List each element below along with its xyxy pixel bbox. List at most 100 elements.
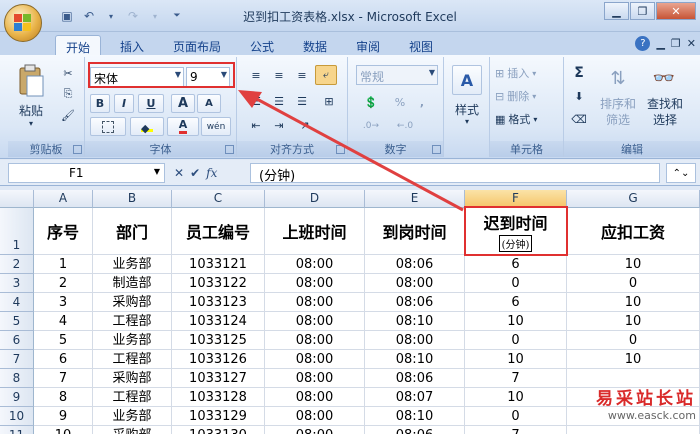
header-cell[interactable]: 员工编号 [172,208,265,255]
insert-function-button[interactable]: fx [206,166,217,180]
table-cell[interactable]: 工程部 [93,312,172,331]
table-cell[interactable]: 08:00 [265,369,365,388]
restore-button[interactable]: ❐ [630,2,655,20]
bold-button[interactable]: B [90,94,110,113]
autosum-button[interactable]: Σ [566,63,592,83]
table-cell[interactable]: 08:00 [265,255,365,274]
table-cell[interactable]: 8 [34,388,93,407]
table-cell[interactable]: 采购部 [93,293,172,312]
row-header-10[interactable]: 10 [0,407,34,426]
tab-data[interactable]: 数据 [293,35,337,56]
table-cell[interactable]: 08:07 [365,388,465,407]
table-cell[interactable]: 1033121 [172,255,265,274]
table-cell[interactable]: 4 [34,312,93,331]
increase-decimal-icon[interactable]: .0→ [356,116,386,136]
table-cell[interactable]: 6 [465,293,567,312]
table-cell[interactable]: 采购部 [93,426,172,434]
italic-button[interactable]: I [114,94,134,113]
table-cell[interactable]: 制造部 [93,274,172,293]
column-header-b[interactable]: B [93,190,172,208]
number-format-combo[interactable]: 常规 ▼ [356,65,438,85]
column-header-g[interactable]: G [567,190,700,208]
table-cell[interactable]: 08:00 [265,312,365,331]
table-cell[interactable]: 0 [567,331,700,350]
row-header-4[interactable]: 4 [0,293,34,312]
tab-formulas[interactable]: 公式 [240,35,284,56]
table-cell[interactable]: 1033128 [172,388,265,407]
dialog-launcher-icon[interactable] [73,145,82,154]
table-cell[interactable]: 0 [465,407,567,426]
ribbon-minimize-icon[interactable]: ▁ [656,37,664,50]
format-cells-button[interactable]: ▦ 格式 ▾ [494,109,560,129]
formula-input[interactable]: (分钟) [250,163,660,184]
select-all-corner[interactable] [0,190,34,208]
header-cell[interactable]: 应扣工资 [567,208,700,255]
wrap-text-icon[interactable]: ⤶ [315,65,337,85]
row-header-8[interactable]: 8 [0,369,34,388]
table-cell[interactable]: 10 [465,312,567,331]
table-cell[interactable]: 1033125 [172,331,265,350]
table-cell[interactable]: 1033129 [172,407,265,426]
tab-home[interactable]: 开始 [55,35,102,56]
table-cell[interactable]: 08:00 [265,350,365,369]
table-cell[interactable]: 10 [34,426,93,434]
table-cell[interactable]: 业务部 [93,407,172,426]
table-cell[interactable]: 08:06 [365,369,465,388]
table-cell[interactable]: 08:06 [365,255,465,274]
insert-cells-button[interactable]: ⊞ 插入 ▾ [494,63,560,83]
font-color-button[interactable]: A [167,117,199,136]
sort-filter-icon[interactable]: ⇅ [600,63,636,93]
find-select-label-2[interactable]: 选择 [640,111,690,128]
cancel-icon[interactable]: ✕ [174,166,184,180]
currency-icon[interactable]: 💲 [356,92,386,112]
table-cell[interactable]: 采购部 [93,369,172,388]
name-box[interactable]: F1 ▼ [8,163,165,183]
merge-center-icon[interactable]: ⊞ [315,91,343,111]
column-header-c[interactable]: C [172,190,265,208]
table-cell[interactable]: 08:00 [265,388,365,407]
header-cell[interactable]: 到岗时间 [365,208,465,255]
table-cell[interactable]: 08:00 [265,426,365,434]
table-cell[interactable]: 1033123 [172,293,265,312]
dialog-launcher-icon[interactable] [225,145,234,154]
comma-button[interactable]: , [412,92,432,112]
tab-page-layout[interactable]: 页面布局 [163,35,231,56]
find-select-label-1[interactable]: 查找和 [640,95,690,112]
table-cell[interactable]: 08:06 [365,426,465,434]
ribbon-restore-icon[interactable]: ❐ [671,37,681,50]
fill-color-button[interactable]: ◆ [130,117,164,136]
table-cell[interactable]: 1033127 [172,369,265,388]
table-cell[interactable]: 08:10 [365,407,465,426]
table-cell[interactable]: 08:00 [365,331,465,350]
table-cell[interactable]: 0 [465,274,567,293]
tab-review[interactable]: 审阅 [346,35,390,56]
column-header-d[interactable]: D [265,190,365,208]
tab-insert[interactable]: 插入 [110,35,154,56]
table-cell[interactable]: 1033130 [172,426,265,434]
tab-view[interactable]: 视图 [399,35,443,56]
chevron-down-icon[interactable]: ▼ [429,68,435,77]
copy-icon[interactable]: ⎘ [58,84,78,104]
table-cell[interactable]: 7 [34,369,93,388]
expand-formula-icon[interactable]: ⌃⌄ [666,163,696,183]
table-cell[interactable]: 6 [34,350,93,369]
table-cell[interactable]: 08:00 [265,331,365,350]
row-header-6[interactable]: 6 [0,331,34,350]
table-cell[interactable]: 1033126 [172,350,265,369]
row-header-5[interactable]: 5 [0,312,34,331]
ribbon-close-icon[interactable]: ✕ [687,37,696,50]
chevron-down-icon[interactable]: ▾ [24,119,38,128]
clear-icon[interactable]: ⌫ [566,109,592,129]
shrink-font-button[interactable]: A [197,94,221,113]
table-cell[interactable]: 1 [34,255,93,274]
table-cell[interactable]: 08:00 [265,407,365,426]
align-middle-icon[interactable]: ≡ [268,65,290,85]
align-right-icon[interactable]: ☰ [291,91,313,111]
table-cell[interactable]: 1033122 [172,274,265,293]
percent-button[interactable]: % [390,92,410,112]
column-header-a[interactable]: A [34,190,93,208]
table-cell[interactable]: 工程部 [93,388,172,407]
chevron-down-icon[interactable]: ▾ [460,117,474,126]
table-cell[interactable]: 5 [34,331,93,350]
table-cell[interactable]: 1033124 [172,312,265,331]
